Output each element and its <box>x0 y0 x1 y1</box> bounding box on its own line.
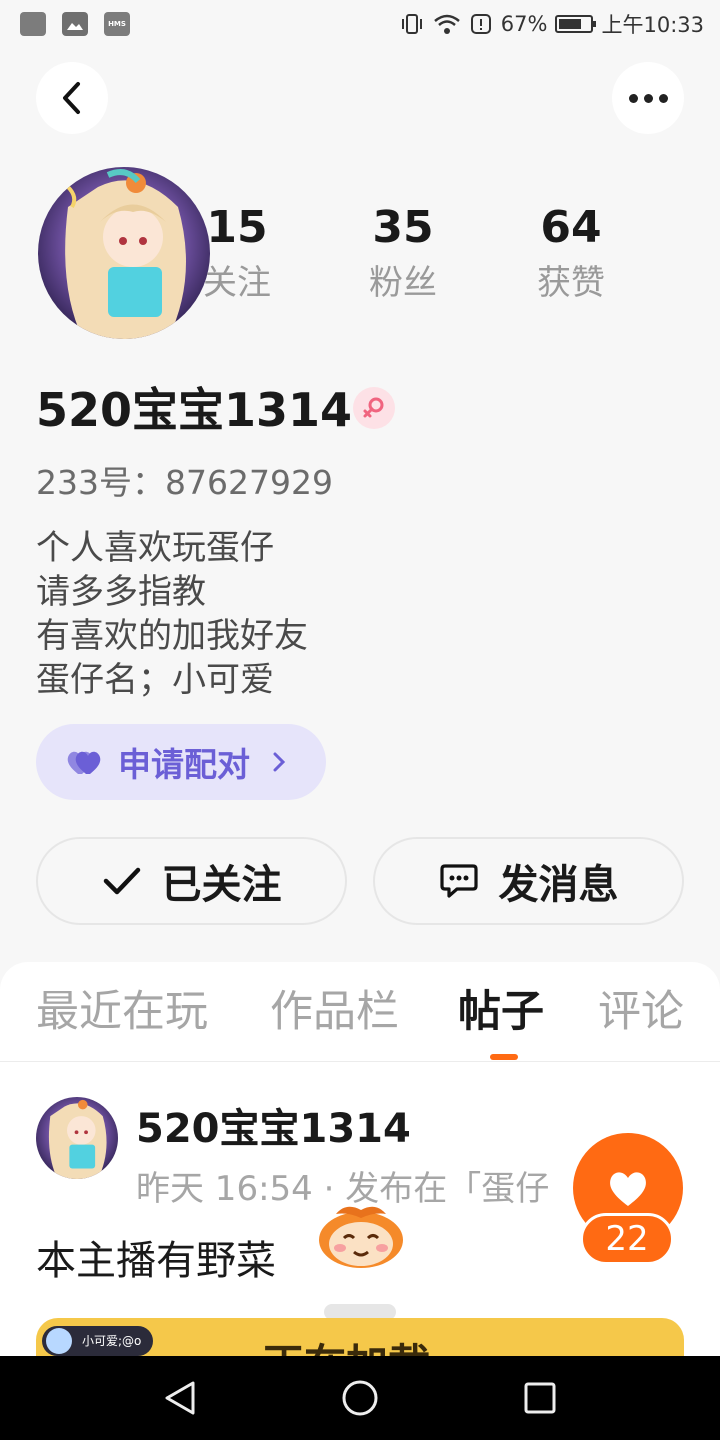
clock: 上午10:33 <box>601 13 704 37</box>
alert-icon <box>470 14 491 34</box>
image-icon <box>62 12 88 36</box>
send-message-label: 发消息 <box>498 862 619 908</box>
nav-back-button[interactable] <box>154 1372 206 1424</box>
female-icon <box>353 387 395 429</box>
system-nav-bar <box>0 1356 720 1440</box>
bio-line: 请多多指教 <box>36 572 206 612</box>
bio-line: 蛋仔名；小可爱 <box>36 660 274 700</box>
banner-chip-text: 小可爱;@o <box>82 1334 142 1348</box>
monkey-emoji-sticker <box>316 1200 406 1274</box>
bio-line: 个人喜欢玩蛋仔 <box>36 528 274 568</box>
active-tab-indicator <box>490 1054 518 1060</box>
stat-likes[interactable]: 64 获赞 <box>506 202 636 306</box>
stat-label: 获赞 <box>537 263 605 303</box>
followed-label: 已关注 <box>161 862 282 908</box>
post-author[interactable]: 520宝宝1314 <box>136 1104 411 1154</box>
user-id: 233号：87627929 <box>36 463 333 502</box>
username: 520宝宝1314 <box>36 383 353 437</box>
hms-icon: HMS <box>104 12 130 36</box>
banner-chip: 小可爱;@o <box>42 1326 154 1356</box>
pair-request-button[interactable]: 申请配对 <box>36 724 326 800</box>
more-dots-icon <box>628 93 668 103</box>
pair-label: 申请配对 <box>118 745 250 784</box>
stat-fans[interactable]: 35 粉丝 <box>338 202 468 306</box>
tab-works[interactable]: 作品栏 <box>270 984 399 1040</box>
banner-title: 正在加载 <box>262 1338 430 1356</box>
chevron-right-icon <box>273 752 286 772</box>
post-author-avatar[interactable] <box>36 1097 118 1179</box>
bio-line: 有喜欢的加我好友 <box>36 616 308 656</box>
wifi-icon <box>433 14 460 34</box>
square-icon <box>20 12 46 36</box>
tab-posts[interactable]: 帖子 <box>458 984 544 1040</box>
chat-bubble-icon <box>439 864 478 898</box>
stat-label: 粉丝 <box>369 263 437 303</box>
nav-home-button[interactable] <box>334 1372 386 1424</box>
like-count: 22 <box>580 1213 674 1265</box>
followed-button[interactable]: 已关注 <box>36 837 347 925</box>
status-bar: HMS 67% 上午10:33 <box>0 0 720 48</box>
stat-value: 15 <box>206 202 268 253</box>
back-button[interactable] <box>36 62 108 134</box>
bio: 个人喜欢玩蛋仔 请多多指教 有喜欢的加我好友 蛋仔名；小可爱 <box>36 526 308 702</box>
vibrate-icon <box>401 14 422 34</box>
circle-home-icon <box>342 1380 378 1416</box>
tab-recently-playing[interactable]: 最近在玩 <box>36 984 208 1040</box>
battery-percent: 67% <box>500 12 548 36</box>
stat-label: 关注 <box>203 263 271 303</box>
battery-icon <box>555 15 597 33</box>
stat-value: 35 <box>372 202 434 253</box>
check-icon <box>103 867 140 895</box>
status-right: 67% 上午10:33 <box>399 8 704 40</box>
hearts-icon <box>67 751 101 774</box>
post-image-banner[interactable]: 小可爱;@o 正在加载 <box>36 1318 684 1356</box>
tab-comments[interactable]: 评论 <box>598 984 684 1040</box>
stat-value: 64 <box>540 202 602 253</box>
mini-avatar <box>46 1328 72 1354</box>
triangle-back-icon <box>165 1381 195 1415</box>
post-text[interactable]: 本主播有野菜 <box>36 1234 276 1288</box>
tab-bar: 最近在玩 作品栏 帖子 评论 <box>0 962 720 1062</box>
nav-recents-button[interactable] <box>514 1372 566 1424</box>
square-recents-icon <box>524 1382 556 1414</box>
chevron-left-icon <box>63 82 80 114</box>
stat-following[interactable]: 15 关注 <box>172 202 302 306</box>
send-message-button[interactable]: 发消息 <box>373 837 684 925</box>
more-button[interactable] <box>612 62 684 134</box>
heart-icon <box>610 1172 646 1206</box>
